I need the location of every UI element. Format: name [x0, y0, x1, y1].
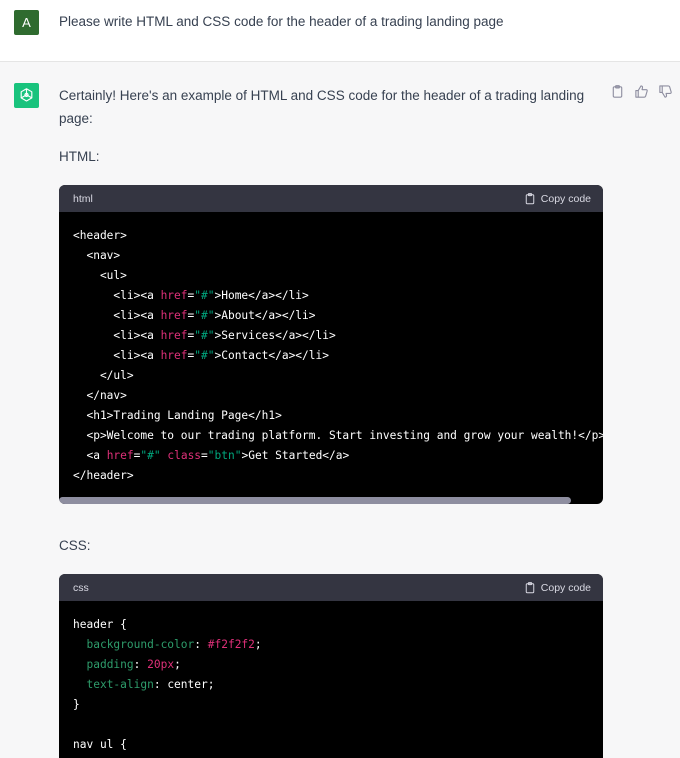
html-code-block: html Copy code <header> <nav> <ul> <li><… — [59, 185, 603, 504]
code-line: nav ul { — [73, 738, 127, 751]
code-line: <h1>Trading Landing Page</h1> — [73, 409, 282, 422]
code-line: <header> — [73, 229, 127, 242]
css-section-label: CSS: — [59, 538, 91, 553]
code-block-header: css Copy code — [59, 574, 603, 601]
code-line: <nav> — [73, 249, 121, 262]
code-language-label: html — [73, 192, 93, 205]
chatgpt-logo-icon — [14, 83, 39, 108]
clipboard-icon[interactable] — [610, 84, 625, 99]
code-line: <li><a href="#">Home</a></li> — [73, 289, 309, 302]
css-code-content: header { background-color: #f2f2f2; padd… — [59, 601, 603, 755]
horizontal-scrollbar[interactable] — [59, 497, 571, 504]
code-language-label: css — [73, 581, 89, 594]
assistant-message-row: Certainly! Here's an example of HTML and… — [0, 62, 680, 758]
code-line: </nav> — [73, 389, 127, 402]
code-line: <li><a href="#">Contact</a></li> — [73, 349, 329, 362]
code-line: padding: 20px; — [86, 658, 181, 671]
user-message-row: A Please write HTML and CSS code for the… — [0, 0, 680, 62]
clipboard-icon — [525, 582, 535, 594]
code-line: <a href="#" class="btn">Get Started</a> — [73, 449, 350, 462]
html-code-content: <header> <nav> <ul> <li><a href="#">Home… — [59, 212, 603, 486]
html-section-label: HTML: — [59, 149, 100, 164]
assistant-intro-text: Certainly! Here's an example of HTML and… — [59, 88, 585, 126]
user-avatar: A — [14, 10, 39, 35]
code-line: <ul> — [73, 269, 127, 282]
code-line: </header> — [73, 469, 134, 482]
code-line: text-align: center; — [86, 678, 215, 691]
clipboard-icon — [525, 193, 535, 205]
code-line: background-color: #f2f2f2; — [86, 638, 262, 651]
code-block-header: html Copy code — [59, 185, 603, 212]
copy-code-button[interactable]: Copy code — [524, 581, 591, 594]
message-actions — [610, 84, 673, 99]
code-line: header { — [73, 618, 127, 631]
thumbs-up-icon[interactable] — [634, 84, 649, 99]
code-line: } — [73, 698, 80, 711]
code-line: <p>Welcome to our trading platform. Star… — [73, 429, 603, 442]
code-line: <li><a href="#">About</a></li> — [73, 309, 316, 322]
copy-code-button[interactable]: Copy code — [524, 192, 591, 205]
thumbs-down-icon[interactable] — [658, 84, 673, 99]
code-line: <li><a href="#">Services</a></li> — [73, 329, 336, 342]
copy-code-label: Copy code — [540, 581, 591, 594]
user-message-text: Please write HTML and CSS code for the h… — [59, 14, 504, 29]
code-line: </ul> — [73, 369, 134, 382]
copy-code-label: Copy code — [540, 192, 591, 205]
css-code-block: css Copy code header { background-color:… — [59, 574, 603, 758]
